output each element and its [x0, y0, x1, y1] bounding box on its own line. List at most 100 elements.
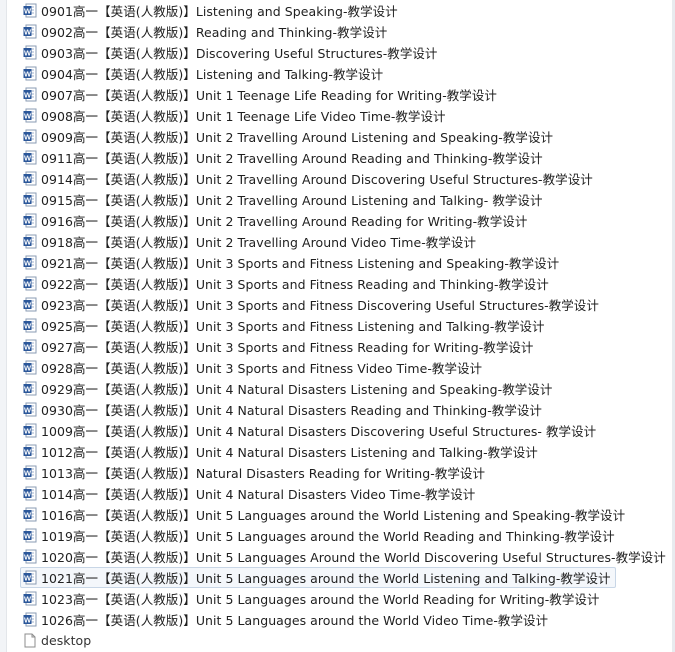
svg-text:W: W	[24, 321, 32, 330]
word-doc-icon: W	[23, 507, 37, 522]
file-item[interactable]: W 0927高一【英语(人教版)】Unit 3 Sports and Fitnes…	[20, 336, 665, 357]
word-doc-icon: W	[23, 570, 37, 585]
file-name: 1014高一【英语(人教版)】Unit 4 Natural Disasters …	[41, 487, 476, 502]
file-name: 1016高一【英语(人教版)】Unit 5 Languages around t…	[41, 508, 626, 523]
svg-text:W: W	[24, 489, 32, 498]
word-doc-icon: W	[23, 402, 37, 417]
file-item[interactable]: W 0909高一【英语(人教版)】Unit 2 Travelling Around…	[20, 126, 665, 147]
file-item[interactable]: W 1019高一【英语(人教版)】Unit 5 Languages around …	[20, 525, 665, 546]
svg-text:W: W	[24, 111, 32, 120]
svg-text:W: W	[24, 426, 32, 435]
word-doc-icon: W	[23, 318, 37, 333]
file-item[interactable]: W 1013高一【英语(人教版)】Natural Disasters Readin…	[20, 462, 665, 483]
file-name: 0916高一【英语(人教版)】Unit 2 Travelling Around …	[41, 214, 528, 229]
svg-text:W: W	[24, 342, 32, 351]
word-doc-icon: W	[23, 3, 37, 18]
word-doc-icon: W	[23, 381, 37, 396]
file-name: desktop	[41, 633, 92, 648]
word-doc-icon: W	[23, 339, 37, 354]
file-item[interactable]: W 0901高一【英语(人教版)】Listening and Speaking-教…	[20, 0, 665, 21]
file-item[interactable]: W 1016高一【英语(人教版)】Unit 5 Languages around …	[20, 504, 665, 525]
file-item[interactable]: W 0918高一【英语(人教版)】Unit 2 Travelling Around…	[20, 231, 665, 252]
word-doc-icon: W	[23, 192, 37, 207]
word-doc-icon: W	[23, 24, 37, 39]
file-item[interactable]: W 0907高一【英语(人教版)】Unit 1 Teenage Life Read…	[20, 84, 665, 105]
word-doc-icon: W	[23, 549, 37, 564]
word-doc-icon: W	[23, 444, 37, 459]
svg-text:W: W	[24, 132, 32, 141]
file-name: 1020高一【英语(人教版)】Unit 5 Languages Around t…	[41, 550, 666, 565]
file-name: 0902高一【英语(人教版)】Reading and Thinking-教学设计	[41, 25, 388, 40]
svg-text:W: W	[24, 48, 32, 57]
svg-text:W: W	[24, 384, 32, 393]
file-item[interactable]: W 0911高一【英语(人教版)】Unit 2 Travelling Around…	[20, 147, 665, 168]
svg-text:W: W	[24, 300, 32, 309]
word-doc-icon: W	[23, 276, 37, 291]
file-item[interactable]: W 0916高一【英语(人教版)】Unit 2 Travelling Around…	[20, 210, 665, 231]
file-item[interactable]: W 0925高一【英语(人教版)】Unit 3 Sports and Fitnes…	[20, 315, 665, 336]
file-name: 0911高一【英语(人教版)】Unit 2 Travelling Around …	[41, 151, 543, 166]
file-item[interactable]: W 0903高一【英语(人教版)】Discovering Useful Struc…	[20, 42, 665, 63]
file-item-selected[interactable]: W 1021高一【英语(人教版)】Unit 5 Languages around …	[20, 567, 616, 588]
file-item[interactable]: W 0904高一【英语(人教版)】Listening and Talking-教学…	[20, 63, 665, 84]
file-name: 0922高一【英语(人教版)】Unit 3 Sports and Fitness…	[41, 277, 549, 292]
file-name: 0928高一【英语(人教版)】Unit 3 Sports and Fitness…	[41, 361, 483, 376]
svg-text:W: W	[24, 552, 32, 561]
svg-text:W: W	[24, 258, 32, 267]
file-item[interactable]: W 1009高一【英语(人教版)】Unit 4 Natural Disasters…	[20, 420, 665, 441]
file-item[interactable]: W 0930高一【英语(人教版)】Unit 4 Natural Disasters…	[20, 399, 665, 420]
file-name: 0903高一【英语(人教版)】Discovering Useful Struct…	[41, 46, 438, 61]
file-item[interactable]: W 1020高一【英语(人教版)】Unit 5 Languages Around …	[20, 546, 666, 567]
file-item[interactable]: W 0908高一【英语(人教版)】Unit 1 Teenage Life Vide…	[20, 105, 665, 126]
svg-text:W: W	[24, 405, 32, 414]
svg-text:W: W	[24, 363, 32, 372]
file-name: 0915高一【英语(人教版)】Unit 2 Travelling Around …	[41, 193, 543, 208]
file-name: 1019高一【英语(人教版)】Unit 5 Languages around t…	[41, 529, 615, 544]
svg-text:W: W	[24, 153, 32, 162]
svg-text:W: W	[24, 279, 32, 288]
file-item[interactable]: W 0902高一【英语(人教版)】Reading and Thinking-教学设…	[20, 21, 665, 42]
svg-text:W: W	[24, 6, 32, 15]
file-item[interactable]: W 0922高一【英语(人教版)】Unit 3 Sports and Fitnes…	[20, 273, 665, 294]
file-item[interactable]: W 0928高一【英语(人教版)】Unit 3 Sports and Fitnes…	[20, 357, 665, 378]
file-item[interactable]: W 1026高一【英语(人教版)】Unit 5 Languages around …	[20, 609, 665, 630]
svg-text:W: W	[24, 468, 32, 477]
svg-text:W: W	[24, 90, 32, 99]
file-name: 0918高一【英语(人教版)】Unit 2 Travelling Around …	[41, 235, 477, 250]
file-item[interactable]: W 0921高一【英语(人教版)】Unit 3 Sports and Fitnes…	[20, 252, 665, 273]
word-doc-icon: W	[23, 150, 37, 165]
word-doc-icon: W	[23, 129, 37, 144]
file-item-partial[interactable]: desktop	[20, 630, 665, 651]
file-name: 1026高一【英语(人教版)】Unit 5 Languages around t…	[41, 613, 549, 628]
file-name: 0930高一【英语(人教版)】Unit 4 Natural Disasters …	[41, 403, 542, 418]
word-doc-icon: W	[23, 234, 37, 249]
file-list: W 0901高一【英语(人教版)】Listening and Speaking-教…	[20, 0, 666, 651]
svg-text:W: W	[24, 216, 32, 225]
svg-text:W: W	[24, 447, 32, 456]
file-item[interactable]: W 0915高一【英语(人教版)】Unit 2 Travelling Around…	[20, 189, 665, 210]
word-doc-icon: W	[23, 612, 37, 627]
file-item[interactable]: W 0914高一【英语(人教版)】Unit 2 Travelling Around…	[20, 168, 665, 189]
file-name: 1013高一【英语(人教版)】Natural Disasters Reading…	[41, 466, 486, 481]
file-name: 0929高一【英语(人教版)】Unit 4 Natural Disasters …	[41, 382, 553, 397]
selected-row-wrapper: W 1021高一【英语(人教版)】Unit 5 Languages around …	[20, 567, 665, 588]
word-doc-icon: W	[23, 297, 37, 312]
svg-text:W: W	[24, 195, 32, 204]
file-item[interactable]: W 1023高一【英语(人教版)】Unit 5 Languages around …	[20, 588, 665, 609]
word-doc-icon: W	[23, 255, 37, 270]
word-doc-icon: W	[23, 66, 37, 81]
word-doc-icon: W	[23, 465, 37, 480]
word-doc-icon: W	[23, 87, 37, 102]
file-name: 0927高一【英语(人教版)】Unit 3 Sports and Fitness…	[41, 340, 534, 355]
file-item[interactable]: W 1014高一【英语(人教版)】Unit 4 Natural Disasters…	[20, 483, 665, 504]
file-name: 1012高一【英语(人教版)】Unit 4 Natural Disasters …	[41, 445, 538, 460]
word-doc-icon: W	[23, 213, 37, 228]
file-name: 1009高一【英语(人教版)】Unit 4 Natural Disasters …	[41, 424, 597, 439]
word-doc-icon: W	[23, 108, 37, 123]
file-item[interactable]: W 0929高一【英语(人教版)】Unit 4 Natural Disasters…	[20, 378, 665, 399]
file-item[interactable]: W 1012高一【英语(人教版)】Unit 4 Natural Disasters…	[20, 441, 665, 462]
file-name: 1021高一【英语(人教版)】Unit 5 Languages around t…	[41, 571, 611, 586]
word-doc-icon: W	[23, 423, 37, 438]
file-item[interactable]: W 0923高一【英语(人教版)】Unit 3 Sports and Fitnes…	[20, 294, 665, 315]
file-name: 0914高一【英语(人教版)】Unit 2 Travelling Around …	[41, 172, 593, 187]
